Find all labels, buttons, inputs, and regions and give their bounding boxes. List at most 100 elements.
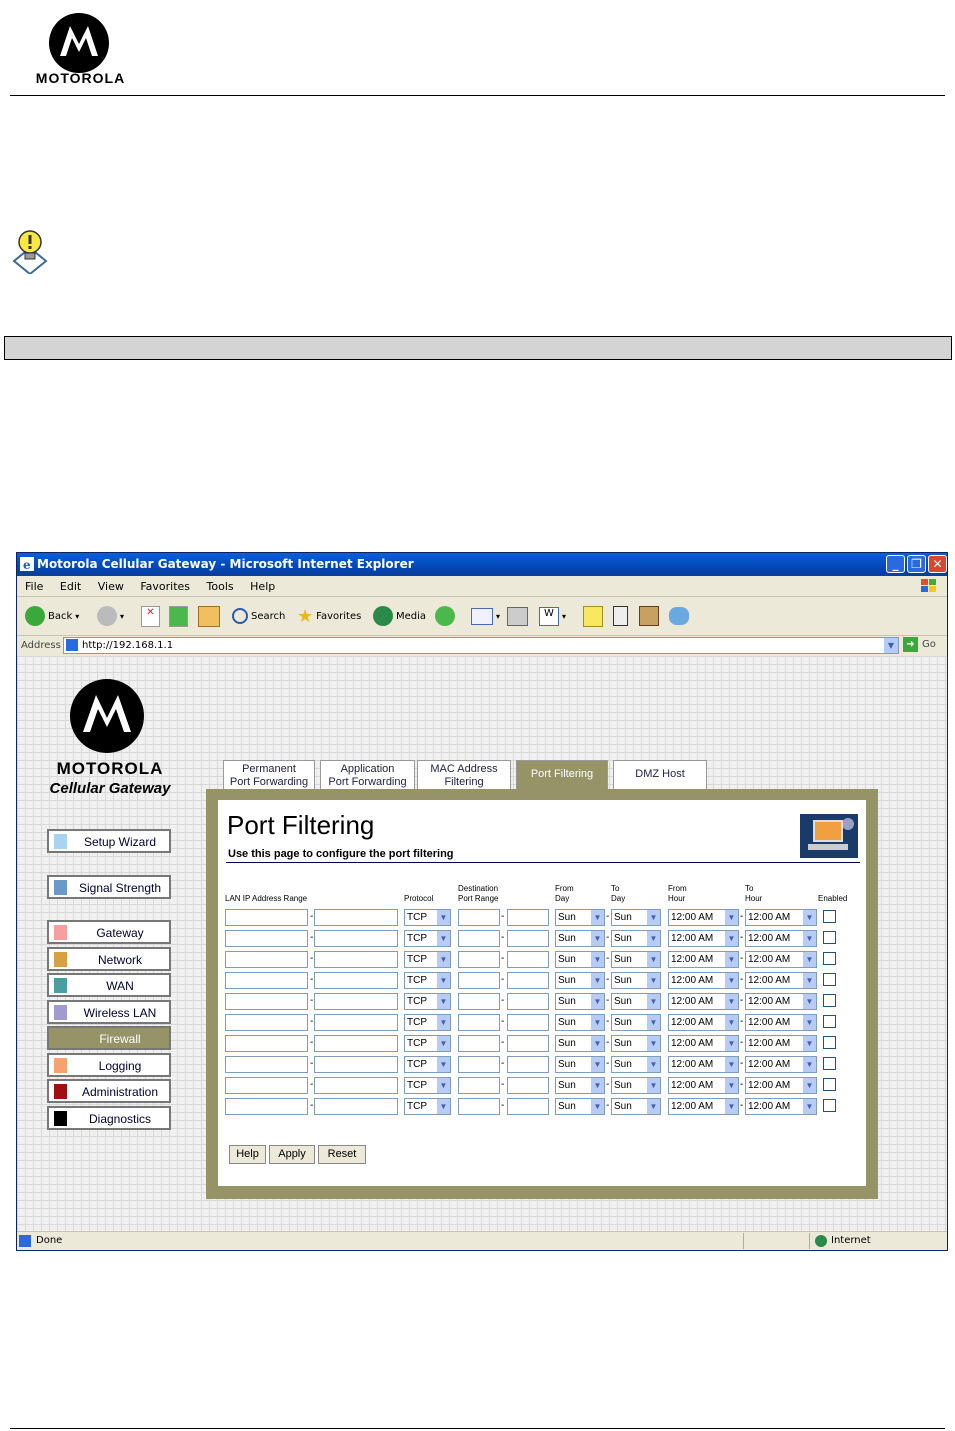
to-hour-select[interactable]: 12:00 AM ▼ [745, 1014, 817, 1031]
from-day-select[interactable]: Sun ▼ [555, 1035, 605, 1052]
dest-port-end-input[interactable] [507, 972, 549, 989]
dest-port-start-input[interactable] [458, 930, 500, 947]
messenger-button[interactable] [669, 605, 689, 627]
lan-ip-start-input[interactable] [225, 1056, 308, 1073]
refresh-button[interactable] [169, 605, 188, 627]
stop-button[interactable]: ✕ [141, 605, 160, 627]
protocol-select[interactable]: TCP ▼ [404, 951, 451, 968]
apply-button[interactable]: Apply [269, 1145, 315, 1164]
menu-view[interactable]: View [98, 580, 124, 593]
from-day-select[interactable]: Sun ▼ [555, 909, 605, 926]
lan-ip-start-input[interactable] [225, 930, 308, 947]
lan-ip-end-input[interactable] [314, 1077, 398, 1094]
print-button[interactable] [507, 605, 528, 627]
nav-administration[interactable]: Administration [47, 1079, 171, 1103]
menu-file[interactable]: File [25, 580, 43, 593]
search-button[interactable]: Search [232, 605, 285, 627]
favorites-button[interactable]: ★ Favorites [297, 605, 361, 627]
enabled-checkbox[interactable] [823, 1036, 836, 1049]
protocol-select[interactable]: TCP ▼ [404, 1035, 451, 1052]
dest-port-start-input[interactable] [458, 909, 500, 926]
research-button[interactable] [613, 605, 628, 627]
to-hour-select[interactable]: 12:00 AM ▼ [745, 1035, 817, 1052]
media-button[interactable]: Media [373, 605, 426, 627]
lan-ip-start-input[interactable] [225, 1014, 308, 1031]
tab-mac-address-filtering[interactable]: MAC Address Filtering [417, 760, 511, 790]
to-day-select[interactable]: Sun ▼ [611, 1014, 661, 1031]
to-hour-select[interactable]: 12:00 AM ▼ [745, 1077, 817, 1094]
dest-port-start-input[interactable] [458, 993, 500, 1010]
lan-ip-end-input[interactable] [314, 1014, 398, 1031]
to-hour-select[interactable]: 12:00 AM ▼ [745, 993, 817, 1010]
enabled-checkbox[interactable] [823, 931, 836, 944]
dest-port-start-input[interactable] [458, 951, 500, 968]
protocol-select[interactable]: TCP ▼ [404, 1077, 451, 1094]
protocol-select[interactable]: TCP ▼ [404, 930, 451, 947]
nav-setup-wizard[interactable]: Setup Wizard [47, 829, 171, 853]
menu-edit[interactable]: Edit [60, 580, 81, 593]
enabled-checkbox[interactable] [823, 1057, 836, 1070]
from-hour-select[interactable]: 12:00 AM ▼ [668, 909, 739, 926]
chevron-down-icon[interactable]: ▼ [884, 638, 898, 653]
back-button[interactable]: Back ▾ [25, 605, 79, 627]
to-day-select[interactable]: Sun ▼ [611, 951, 661, 968]
from-hour-select[interactable]: 12:00 AM ▼ [668, 993, 739, 1010]
lan-ip-start-input[interactable] [225, 1098, 308, 1115]
nav-gateway[interactable]: Gateway [47, 920, 171, 944]
from-day-select[interactable]: Sun ▼ [555, 930, 605, 947]
edit-button[interactable]: W ▾ [539, 605, 566, 627]
to-hour-select[interactable]: 12:00 AM ▼ [745, 1098, 817, 1115]
tab-dmz-host[interactable]: DMZ Host [613, 760, 707, 790]
menu-tools[interactable]: Tools [207, 580, 234, 593]
lan-ip-end-input[interactable] [314, 951, 398, 968]
from-day-select[interactable]: Sun ▼ [555, 1056, 605, 1073]
nav-network[interactable]: Network [47, 947, 171, 971]
from-day-select[interactable]: Sun ▼ [555, 993, 605, 1010]
from-hour-select[interactable]: 12:00 AM ▼ [668, 1035, 739, 1052]
enabled-checkbox[interactable] [823, 1078, 836, 1091]
tab-application-port-forwarding[interactable]: Application Port Forwarding [320, 760, 415, 790]
protocol-select[interactable]: TCP ▼ [404, 1056, 451, 1073]
enabled-checkbox[interactable] [823, 1099, 836, 1112]
protocol-select[interactable]: TCP ▼ [404, 909, 451, 926]
protocol-select[interactable]: TCP ▼ [404, 1014, 451, 1031]
menu-favorites[interactable]: Favorites [140, 580, 190, 593]
from-day-select[interactable]: Sun ▼ [555, 1077, 605, 1094]
nav-firewall[interactable]: Firewall [47, 1026, 171, 1050]
lan-ip-end-input[interactable] [314, 930, 398, 947]
tab-permanent-port-forwarding[interactable]: Permanent Port Forwarding [223, 760, 315, 790]
to-hour-select[interactable]: 12:00 AM ▼ [745, 972, 817, 989]
menu-help[interactable]: Help [250, 580, 275, 593]
to-day-select[interactable]: Sun ▼ [611, 1077, 661, 1094]
history-button[interactable] [435, 605, 455, 627]
dest-port-end-input[interactable] [507, 930, 549, 947]
home-button[interactable] [198, 605, 220, 627]
from-hour-select[interactable]: 12:00 AM ▼ [668, 1077, 739, 1094]
dest-port-end-input[interactable] [507, 1077, 549, 1094]
lan-ip-end-input[interactable] [314, 1098, 398, 1115]
from-hour-select[interactable]: 12:00 AM ▼ [668, 972, 739, 989]
lan-ip-end-input[interactable] [314, 1035, 398, 1052]
lan-ip-start-input[interactable] [225, 1035, 308, 1052]
lan-ip-end-input[interactable] [314, 909, 398, 926]
dest-port-start-input[interactable] [458, 1056, 500, 1073]
lan-ip-end-input[interactable] [314, 993, 398, 1010]
tab-port-filtering[interactable]: Port Filtering [516, 760, 608, 790]
dest-port-start-input[interactable] [458, 972, 500, 989]
dest-port-end-input[interactable] [507, 1098, 549, 1115]
dest-port-end-input[interactable] [507, 1056, 549, 1073]
to-day-select[interactable]: Sun ▼ [611, 930, 661, 947]
mail-button[interactable]: ▾ [471, 605, 500, 627]
to-hour-select[interactable]: 12:00 AM ▼ [745, 909, 817, 926]
protocol-select[interactable]: TCP ▼ [404, 993, 451, 1010]
to-hour-select[interactable]: 12:00 AM ▼ [745, 951, 817, 968]
notes-button[interactable] [583, 605, 603, 627]
to-day-select[interactable]: Sun ▼ [611, 1098, 661, 1115]
to-day-select[interactable]: Sun ▼ [611, 1035, 661, 1052]
discuss-button[interactable] [639, 605, 659, 627]
lan-ip-start-input[interactable] [225, 972, 308, 989]
dest-port-end-input[interactable] [507, 993, 549, 1010]
nav-wireless-lan[interactable]: Wireless LAN [47, 1000, 171, 1024]
minimize-button[interactable]: _ [886, 555, 905, 573]
dest-port-end-input[interactable] [507, 909, 549, 926]
